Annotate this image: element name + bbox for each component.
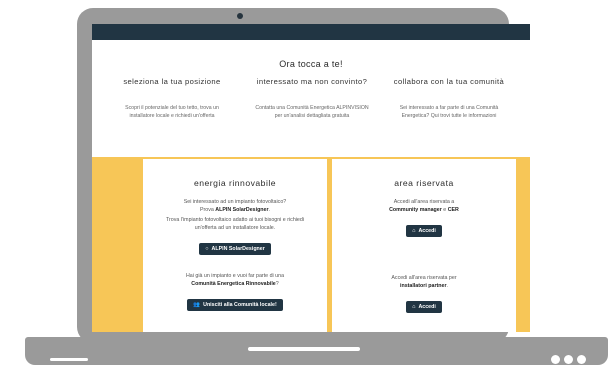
dot-icon <box>551 355 560 364</box>
column-collaborate: collabora con la tua comunità Sei intere… <box>389 76 509 120</box>
column-description: Scopri il potenziale del tuo tetto, trov… <box>125 105 219 119</box>
card-text: Accedi all'area riservata per installato… <box>391 275 457 289</box>
card-text: Sei interessato ad un impianto fotovolta… <box>183 199 287 213</box>
renewable-energy-card: energia rinnovabile Sei interessato ad u… <box>143 159 327 332</box>
card-title: energia rinnovabile <box>193 178 277 188</box>
home-icon: ⌂ <box>412 304 416 310</box>
laptop-base-line <box>50 358 88 361</box>
laptop-base <box>25 337 608 365</box>
card-text: Accedi all'area riservata a Community ma… <box>389 199 459 213</box>
join-community-button[interactable]: 👥 Unisciti alla Comunità locale! <box>187 299 283 311</box>
column-title: collabora con la tua comunità <box>393 77 505 86</box>
column-select-position: seleziona la tua posizione Scopri il pot… <box>112 76 232 120</box>
card-text: Hai già un impianto e vuoi far parte di … <box>185 273 285 287</box>
laptop-notch <box>248 347 360 351</box>
top-nav-bar <box>92 24 530 40</box>
webcam-icon <box>237 13 243 19</box>
column-interested: interessato ma non convinto? Contatta un… <box>252 76 372 120</box>
solar-designer-button[interactable]: ○ ALPIN SolarDesigner <box>199 243 271 255</box>
card-text: Trova l'impianto fotovoltaico adatto ai … <box>165 217 305 231</box>
login-manager-button[interactable]: ⌂ Accedi <box>406 225 442 237</box>
card-title: area riservata <box>394 178 454 188</box>
reserved-area-card: area riservata Accedi all'area riservata… <box>332 159 516 332</box>
solar-designer-link-text: ALPIN SolarDesigner <box>215 207 269 213</box>
laptop-screen: Ora tocca a te! seleziona la tua posizio… <box>92 24 530 332</box>
column-description: Sei interessato a far parte di una Comun… <box>399 105 499 119</box>
dot-icon <box>577 355 586 364</box>
home-icon: ⌂ <box>412 228 416 234</box>
login-installer-button[interactable]: ⌂ Accedi <box>406 301 442 313</box>
users-icon: 👥 <box>193 302 201 308</box>
laptop-dots <box>551 355 586 364</box>
dot-icon <box>564 355 573 364</box>
column-title: seleziona la tua posizione <box>123 77 221 86</box>
column-title: interessato ma non convinto? <box>256 77 368 86</box>
column-description: Contatta una Comunità Energetica ALPINVI… <box>255 105 369 119</box>
page-headline: Ora tocca a te! <box>279 59 343 69</box>
circle-icon: ○ <box>205 246 209 252</box>
